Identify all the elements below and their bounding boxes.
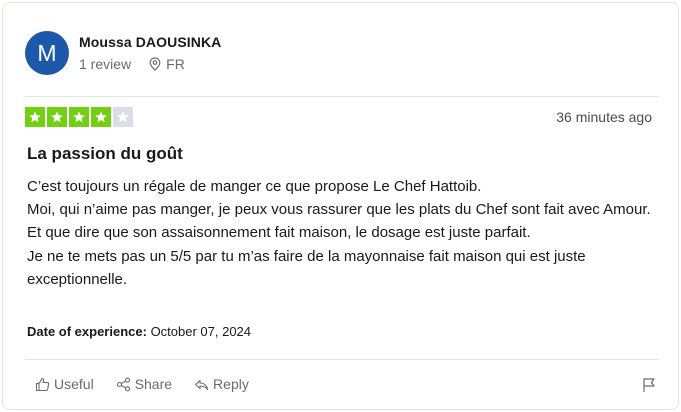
review-actions: Useful Share Reply [35, 376, 271, 392]
experience-label: Date of experience: [27, 324, 147, 339]
review-title[interactable]: La passion du goût [27, 144, 183, 164]
reviewer-name[interactable]: Moussa DAOUSINKA [79, 34, 221, 50]
star-icon [113, 107, 133, 127]
share-label: Share [134, 376, 173, 392]
reviewer-header: M Moussa DAOUSINKA 1 review FR [25, 30, 221, 76]
review-card: M Moussa DAOUSINKA 1 review FR 36 minute… [2, 2, 679, 410]
flag-icon[interactable] [642, 377, 656, 398]
share-icon [116, 377, 131, 392]
star-icon [47, 107, 67, 127]
reply-label: Reply [213, 376, 249, 392]
experience-date: October 07, 2024 [150, 324, 252, 339]
header-divider [25, 96, 658, 97]
useful-label: Useful [54, 376, 94, 392]
star-rating [25, 107, 133, 127]
review-paragraph: Je ne te mets pas un 5/5 par tu m’as fai… [27, 247, 586, 288]
reviewer-country: FR [166, 56, 185, 72]
review-count: 1 review [79, 56, 132, 72]
review-paragraph: C’est toujours un régale de manger ce qu… [27, 178, 482, 195]
share-button[interactable]: Share [116, 376, 172, 392]
reply-arrow-icon [194, 377, 209, 392]
footer-divider [25, 359, 658, 360]
reviewer-info: Moussa DAOUSINKA 1 review FR [79, 34, 221, 72]
star-icon [25, 107, 45, 127]
review-paragraph: Moi, qui n’aime pas manger, je peux vous… [27, 201, 651, 242]
star-icon [91, 107, 111, 127]
star-icon [69, 107, 89, 127]
avatar[interactable]: M [25, 31, 69, 75]
useful-button[interactable]: Useful [35, 376, 94, 392]
reply-button[interactable]: Reply [194, 376, 249, 392]
review-timestamp: 36 minutes ago [556, 109, 652, 125]
reviewer-meta: 1 review FR [79, 56, 221, 72]
thumbs-up-icon [35, 377, 50, 392]
review-body: C’est toujours un régale de manger ce qu… [27, 175, 652, 291]
date-of-experience: Date of experience: October 07, 2024 [27, 324, 251, 339]
location-pin-icon [149, 57, 161, 71]
